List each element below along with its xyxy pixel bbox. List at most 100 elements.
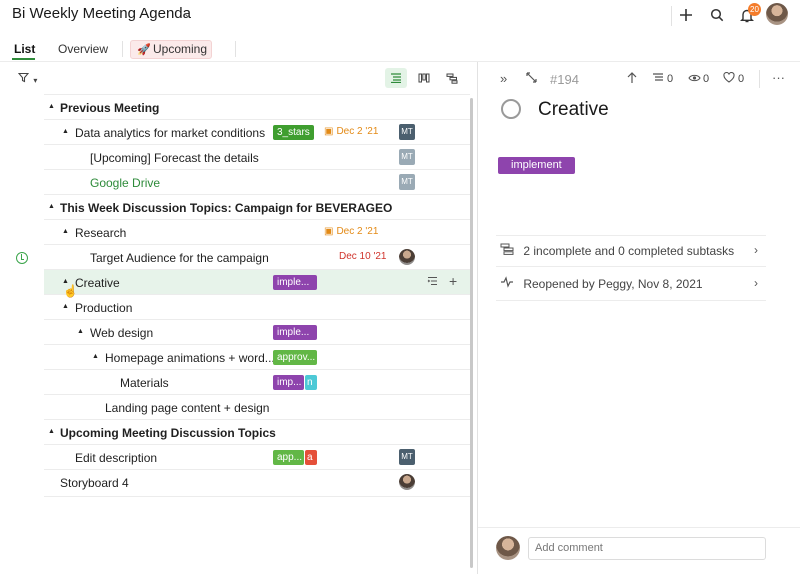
add-subtask-icon[interactable]: [427, 275, 438, 289]
plus-icon[interactable]: [675, 4, 697, 26]
section-row[interactable]: ▲ Previous Meeting: [44, 94, 470, 119]
collapse-icon[interactable]: ▲: [62, 128, 69, 135]
activity-icon: [500, 276, 516, 291]
task-row[interactable]: ▲ Research ▣ Dec 2 '21: [44, 219, 470, 244]
assignee-avatar[interactable]: MT: [399, 149, 415, 165]
collapse-icon[interactable]: ▲: [62, 228, 69, 235]
tab-list[interactable]: List: [14, 42, 35, 56]
section-row[interactable]: ▲ This Week Discussion Topics: Campaign …: [44, 194, 470, 219]
in-progress-icon[interactable]: [16, 252, 28, 264]
project-title[interactable]: Bi Weekly Meeting Agenda: [12, 5, 191, 22]
subtasks-summary[interactable]: 2 incomplete and 0 completed subtasks: [500, 243, 734, 258]
task-name: Previous Meeting: [60, 101, 160, 115]
task-row[interactable]: Materials imp... n: [44, 369, 470, 394]
assignee-avatar[interactable]: MT: [399, 174, 415, 190]
chevron-right-icon[interactable]: ›: [754, 276, 758, 290]
comment-input[interactable]: Add comment: [528, 537, 766, 560]
scrollbar[interactable]: [470, 98, 473, 568]
watcher-count: 0: [703, 73, 710, 85]
search-icon[interactable]: [706, 4, 728, 26]
divider: [496, 235, 766, 236]
task-name: Production: [75, 301, 133, 315]
pane-divider[interactable]: [477, 62, 478, 574]
assignee-avatar[interactable]: MT: [399, 449, 415, 465]
divider: [122, 41, 123, 57]
tag-badge[interactable]: n: [305, 375, 317, 390]
activity-summary[interactable]: Reopened by Peggy, Nov 8, 2021: [500, 276, 703, 291]
task-name: [Upcoming] Forecast the details: [90, 151, 259, 165]
task-row[interactable]: ▲ Web design imple...: [44, 319, 470, 344]
due-date[interactable]: ▣ Dec 2 '21: [324, 126, 378, 137]
task-row[interactable]: Landing page content + design: [44, 394, 470, 419]
tag-badge[interactable]: imple...: [273, 325, 317, 340]
filter-button[interactable]: ▾: [17, 72, 38, 86]
user-avatar: [496, 536, 520, 560]
collapse-icon[interactable]: ▲: [92, 353, 99, 360]
task-title[interactable]: Creative: [538, 99, 609, 121]
task-row[interactable]: ▲ Homepage animations + word... approv..…: [44, 344, 470, 369]
task-row-selected[interactable]: ▲ Creative imple... +: [44, 269, 470, 294]
task-row[interactable]: Target Audience for the campaign Dec 10 …: [44, 244, 470, 269]
assignee-avatar[interactable]: [399, 249, 415, 265]
list-view-button[interactable]: [385, 68, 407, 88]
task-name: Homepage animations + word...: [105, 351, 275, 365]
subtasks-summary-text: 2 incomplete and 0 completed subtasks: [523, 244, 735, 258]
arrow-up-icon[interactable]: [627, 72, 637, 87]
task-name: Web design: [90, 326, 154, 340]
divider: [759, 70, 760, 88]
collapse-icon[interactable]: ▲: [48, 203, 55, 210]
collapse-icon[interactable]: ▲: [48, 103, 55, 110]
eye-icon[interactable]: [688, 72, 701, 86]
calendar-icon: ▣: [324, 126, 334, 137]
tag-badge[interactable]: imple...: [273, 275, 317, 290]
divider: [235, 41, 236, 57]
collapse-icon[interactable]: ▲: [48, 428, 55, 435]
complete-task-checkbox[interactable]: [501, 99, 521, 119]
tab-upcoming[interactable]: 🚀 Upcoming: [130, 40, 212, 59]
subtasks-icon[interactable]: [652, 72, 664, 86]
tag-badge[interactable]: implement: [498, 157, 575, 174]
fullscreen-icon[interactable]: [526, 72, 537, 86]
collapse-icon[interactable]: ▲: [62, 303, 69, 310]
chevron-down-icon[interactable]: ⌄: [183, 7, 192, 20]
task-name: Research: [75, 226, 127, 240]
task-name: Data analytics for market conditions: [75, 126, 266, 140]
section-row[interactable]: ▲ Upcoming Meeting Discussion Topics: [44, 419, 470, 444]
divider: [478, 527, 800, 528]
board-view-button[interactable]: [413, 68, 435, 88]
tag-badge[interactable]: a: [305, 450, 317, 465]
header-divider: [0, 61, 800, 62]
due-date[interactable]: Dec 10 '21: [339, 251, 387, 262]
tab-upcoming-label: Upcoming: [153, 42, 208, 56]
pointer-cursor-icon: ☝: [63, 284, 78, 298]
collapse-icon[interactable]: ▲: [77, 328, 84, 335]
tab-overview[interactable]: Overview: [58, 42, 108, 56]
due-date[interactable]: ▣ Dec 2 '21: [324, 226, 378, 237]
plus-icon[interactable]: +: [449, 273, 457, 289]
task-name: Creative: [75, 276, 120, 290]
tag-badge[interactable]: approv...: [273, 350, 317, 365]
task-row[interactable]: [Upcoming] Forecast the details MT: [44, 144, 470, 169]
task-row[interactable]: ▲ Data analytics for market conditions 3…: [44, 119, 470, 144]
assignee-avatar[interactable]: MT: [399, 124, 415, 140]
user-avatar[interactable]: [766, 3, 788, 25]
task-row[interactable]: Edit description app... a MT: [44, 444, 470, 469]
chevron-right-icon[interactable]: ›: [754, 243, 758, 257]
timeline-view-button[interactable]: [441, 68, 463, 88]
more-options-icon[interactable]: ···: [772, 70, 785, 85]
section-row[interactable]: Storyboard 4: [44, 469, 470, 494]
filter-icon: [17, 72, 30, 83]
caret-down-icon: ▾: [33, 76, 38, 85]
divider: [44, 496, 470, 497]
task-name: Google Drive: [90, 176, 161, 190]
assignee-avatar[interactable]: [399, 474, 415, 490]
task-row[interactable]: Google Drive MT: [44, 169, 470, 194]
task-row[interactable]: ▲ Production: [44, 294, 470, 319]
task-id: #194: [550, 72, 579, 87]
tag-badge[interactable]: 3_stars: [273, 125, 314, 140]
list-view-icon: [391, 73, 401, 83]
tag-badge[interactable]: app...: [273, 450, 304, 465]
tag-badge[interactable]: imp...: [273, 375, 304, 390]
heart-icon[interactable]: [723, 71, 735, 86]
expand-panel-icon[interactable]: »: [500, 71, 507, 86]
